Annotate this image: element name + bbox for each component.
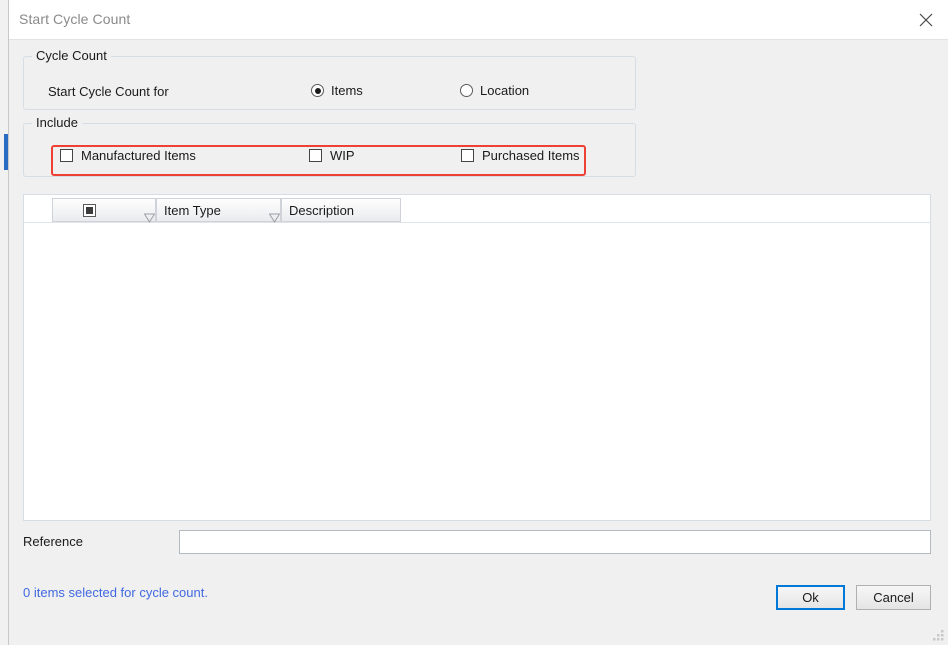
ok-button[interactable]: Ok	[776, 585, 845, 610]
checkbox-wip[interactable]: WIP	[309, 148, 355, 163]
radio-items-label: Items	[331, 83, 363, 98]
checkbox-purchased-items[interactable]: Purchased Items	[461, 148, 580, 163]
cycle-count-group-legend: Cycle Count	[32, 48, 111, 63]
reference-input[interactable]	[179, 530, 931, 554]
grid-column-item-type-label: Item Type	[164, 202, 221, 218]
grid-body[interactable]	[24, 223, 930, 520]
cancel-button[interactable]: Cancel	[856, 585, 931, 610]
radio-location-mark	[460, 84, 473, 97]
radio-location-label: Location	[480, 83, 530, 98]
resize-grip-icon[interactable]	[932, 629, 945, 642]
background-window-strip	[0, 0, 8, 645]
close-icon[interactable]	[903, 0, 948, 40]
radio-items[interactable]: Items	[311, 83, 363, 98]
dialog-title: Start Cycle Count	[19, 11, 131, 27]
dialog-titlebar: Start Cycle Count	[9, 0, 948, 40]
filter-triangle-icon[interactable]	[264, 207, 280, 223]
reference-label: Reference	[23, 534, 83, 549]
radio-items-mark	[311, 84, 324, 97]
grid-column-item-type[interactable]: Item Type	[156, 198, 281, 223]
checkbox-manufactured-items-label: Manufactured Items	[81, 148, 196, 163]
grid-column-description[interactable]: Description	[281, 198, 401, 222]
checkbox-manufactured-items[interactable]: Manufactured Items	[60, 148, 196, 163]
start-cycle-count-dialog: Start Cycle Count Cycle Count Start Cycl…	[8, 0, 948, 645]
items-grid: Item Type Description	[23, 194, 931, 521]
grid-column-description-label: Description	[289, 202, 355, 218]
select-all-checkbox-icon[interactable]	[83, 203, 96, 217]
grid-header-row: Item Type Description	[24, 195, 930, 223]
start-cycle-count-for-label: Start Cycle Count for	[48, 84, 169, 99]
include-group: Include Manufactured Items WIP Purchased…	[23, 115, 636, 177]
checkbox-manufactured-items-mark	[60, 149, 73, 162]
checkbox-wip-label: WIP	[330, 148, 355, 163]
radio-location[interactable]: Location	[460, 83, 529, 98]
grid-column-select-all[interactable]	[52, 198, 156, 223]
filter-triangle-icon[interactable]	[139, 207, 155, 223]
cycle-count-group: Cycle Count Start Cycle Count for Items …	[23, 48, 636, 110]
checkbox-purchased-items-mark	[461, 149, 474, 162]
include-group-legend: Include	[32, 115, 82, 130]
checkbox-purchased-items-label: Purchased Items	[482, 148, 580, 163]
checkbox-wip-mark	[309, 149, 322, 162]
status-text: 0 items selected for cycle count.	[23, 585, 208, 600]
